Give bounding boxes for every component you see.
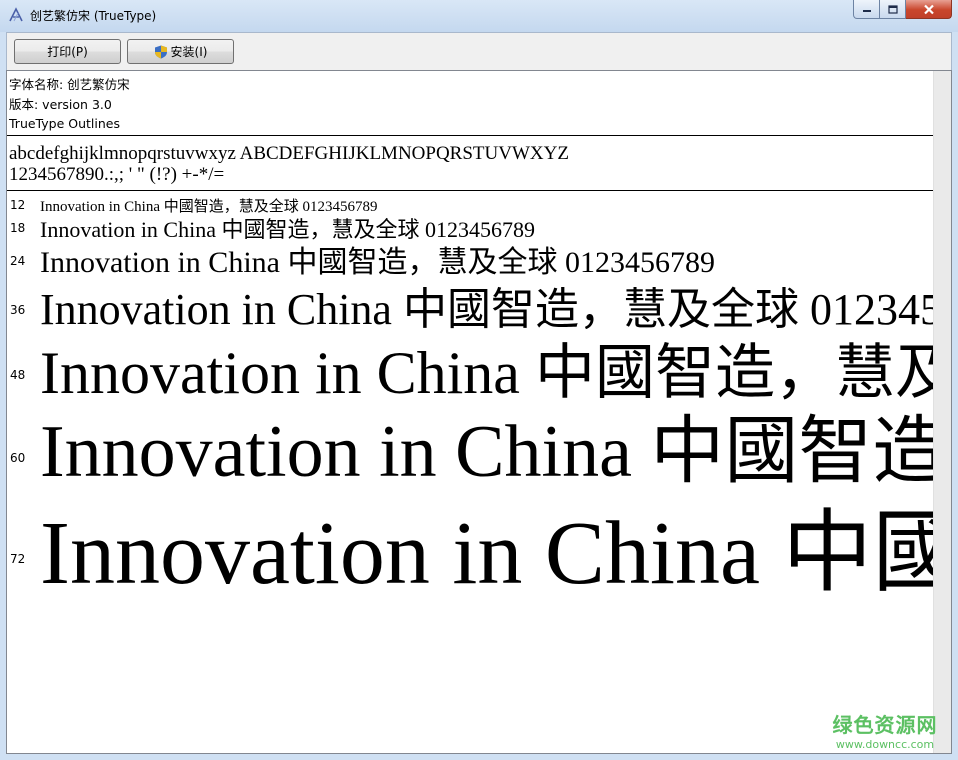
font-name-line: 字体名称: 创艺繁仿宋 bbox=[9, 77, 130, 92]
size-label-48: 48 bbox=[10, 368, 26, 382]
install-button[interactable]: 安装(I) bbox=[127, 39, 234, 64]
title-bar[interactable]: 创艺繁仿宋 (TrueType) bbox=[0, 0, 958, 32]
divider-bottom bbox=[7, 190, 933, 191]
watermark: 绿色资源网 www.downcc.com bbox=[827, 709, 943, 751]
minimize-icon bbox=[862, 10, 871, 12]
print-button-label: 打印(P) bbox=[47, 45, 88, 59]
preview-clip: 字体名称: 创艺繁仿宋 版本: version 3.0 TrueType Out… bbox=[7, 71, 933, 753]
vertical-scrollbar[interactable] bbox=[933, 71, 951, 753]
print-button[interactable]: 打印(P) bbox=[14, 39, 121, 64]
font-viewer-window: 创艺繁仿宋 (TrueType) 打印(P) 安装(I) 字体名称: 创艺繁仿宋… bbox=[0, 0, 958, 760]
font-info: 字体名称: 创艺繁仿宋 版本: version 3.0 TrueType Out… bbox=[9, 75, 130, 134]
window-title: 创艺繁仿宋 (TrueType) bbox=[30, 9, 157, 23]
size-label-18: 18 bbox=[10, 221, 26, 235]
maximize-button[interactable] bbox=[880, 0, 906, 19]
alphabet-sample: abcdefghijklmnopqrstuvwxyz ABCDEFGHIJKLM… bbox=[9, 143, 569, 164]
minimize-button[interactable] bbox=[853, 0, 880, 19]
size-label-72: 72 bbox=[10, 552, 26, 566]
maximize-icon bbox=[887, 4, 898, 14]
divider-top bbox=[7, 135, 933, 136]
font-preview-pane: 字体名称: 创艺繁仿宋 版本: version 3.0 TrueType Out… bbox=[6, 70, 952, 754]
caption-buttons bbox=[853, 0, 952, 20]
font-outline-line: TrueType Outlines bbox=[9, 116, 120, 131]
close-icon bbox=[923, 4, 934, 14]
watermark-site-name: 绿色资源网 bbox=[832, 713, 938, 737]
uac-shield-icon bbox=[154, 45, 167, 58]
toolbar: 打印(P) 安装(I) bbox=[6, 32, 952, 70]
digits-sample: 1234567890.:,; ' " (!?) +-*/= bbox=[9, 164, 225, 185]
font-app-icon bbox=[9, 7, 23, 22]
size-label-60: 60 bbox=[10, 451, 26, 465]
character-sample: abcdefghijklmnopqrstuvwxyz ABCDEFGHIJKLM… bbox=[9, 143, 569, 185]
size-label-12: 12 bbox=[10, 198, 26, 212]
install-button-label: 安装(I) bbox=[170, 45, 208, 59]
size-label-36: 36 bbox=[10, 303, 26, 317]
watermark-url: www.downcc.com bbox=[835, 738, 935, 751]
size-label-24: 24 bbox=[10, 254, 26, 268]
preview-text-72: Innovation in China 中國智造，慧及全球 0123456789 bbox=[40, 504, 933, 603]
close-button[interactable] bbox=[906, 0, 952, 19]
font-version-line: 版本: version 3.0 bbox=[9, 96, 112, 112]
